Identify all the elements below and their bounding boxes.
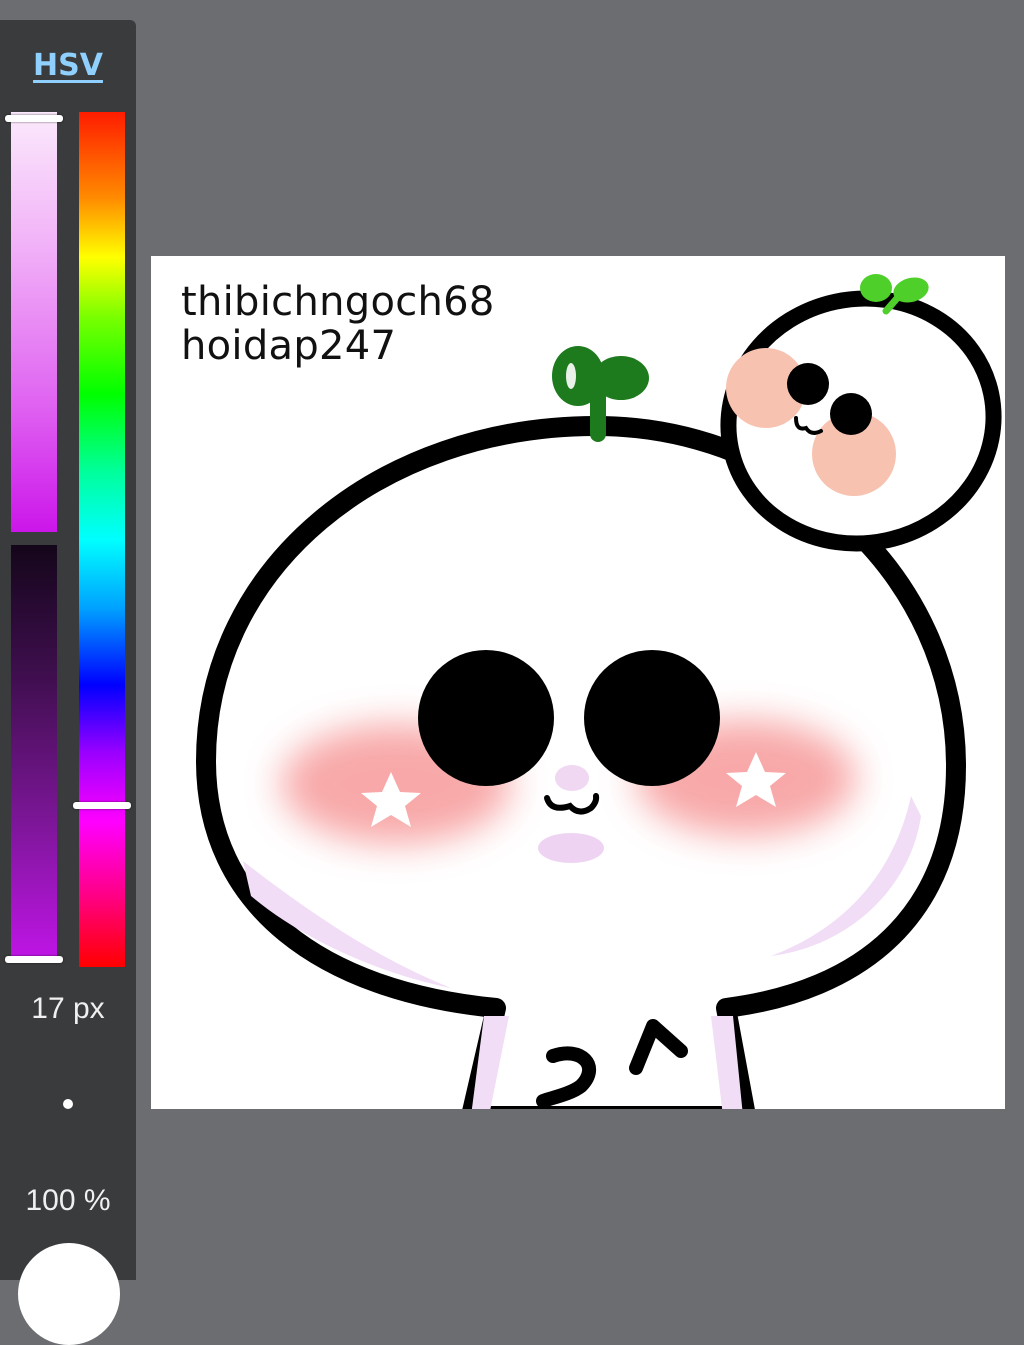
small-eye-left [787, 363, 829, 405]
brush-opacity-label[interactable]: 100 % [0, 1184, 136, 1218]
value-slider-handle[interactable] [5, 956, 63, 963]
canvas-text-line-2: hoidap247 [181, 323, 397, 369]
small-eye-right [830, 393, 872, 435]
sprout-leaf-left-light [860, 274, 892, 302]
value-slider[interactable] [11, 545, 57, 963]
drawing-canvas[interactable]: thibichngoch68 hoidap247 [151, 256, 1005, 1109]
canvas-artwork [196, 274, 1002, 1109]
chin-shade [538, 833, 604, 863]
sprout-leaf-right-dark [593, 356, 649, 400]
eye-left [418, 650, 554, 786]
saturation-slider-handle[interactable] [5, 115, 63, 122]
sprout-shine [566, 363, 576, 389]
nose-highlight [555, 765, 589, 791]
color-mode-hsv-link[interactable]: HSV [0, 48, 136, 83]
hue-slider[interactable] [79, 112, 125, 967]
canvas-text-line-1: thibichngoch68 [181, 279, 495, 325]
brush-size-preview [63, 1099, 73, 1109]
saturation-slider[interactable] [11, 112, 57, 532]
brush-size-label[interactable]: 17 px [0, 992, 136, 1026]
eye-right [584, 650, 720, 786]
color-panel: HSV 17 px 100 % [0, 20, 136, 1345]
hue-slider-handle[interactable] [73, 802, 131, 809]
current-color-swatch[interactable] [18, 1243, 120, 1345]
